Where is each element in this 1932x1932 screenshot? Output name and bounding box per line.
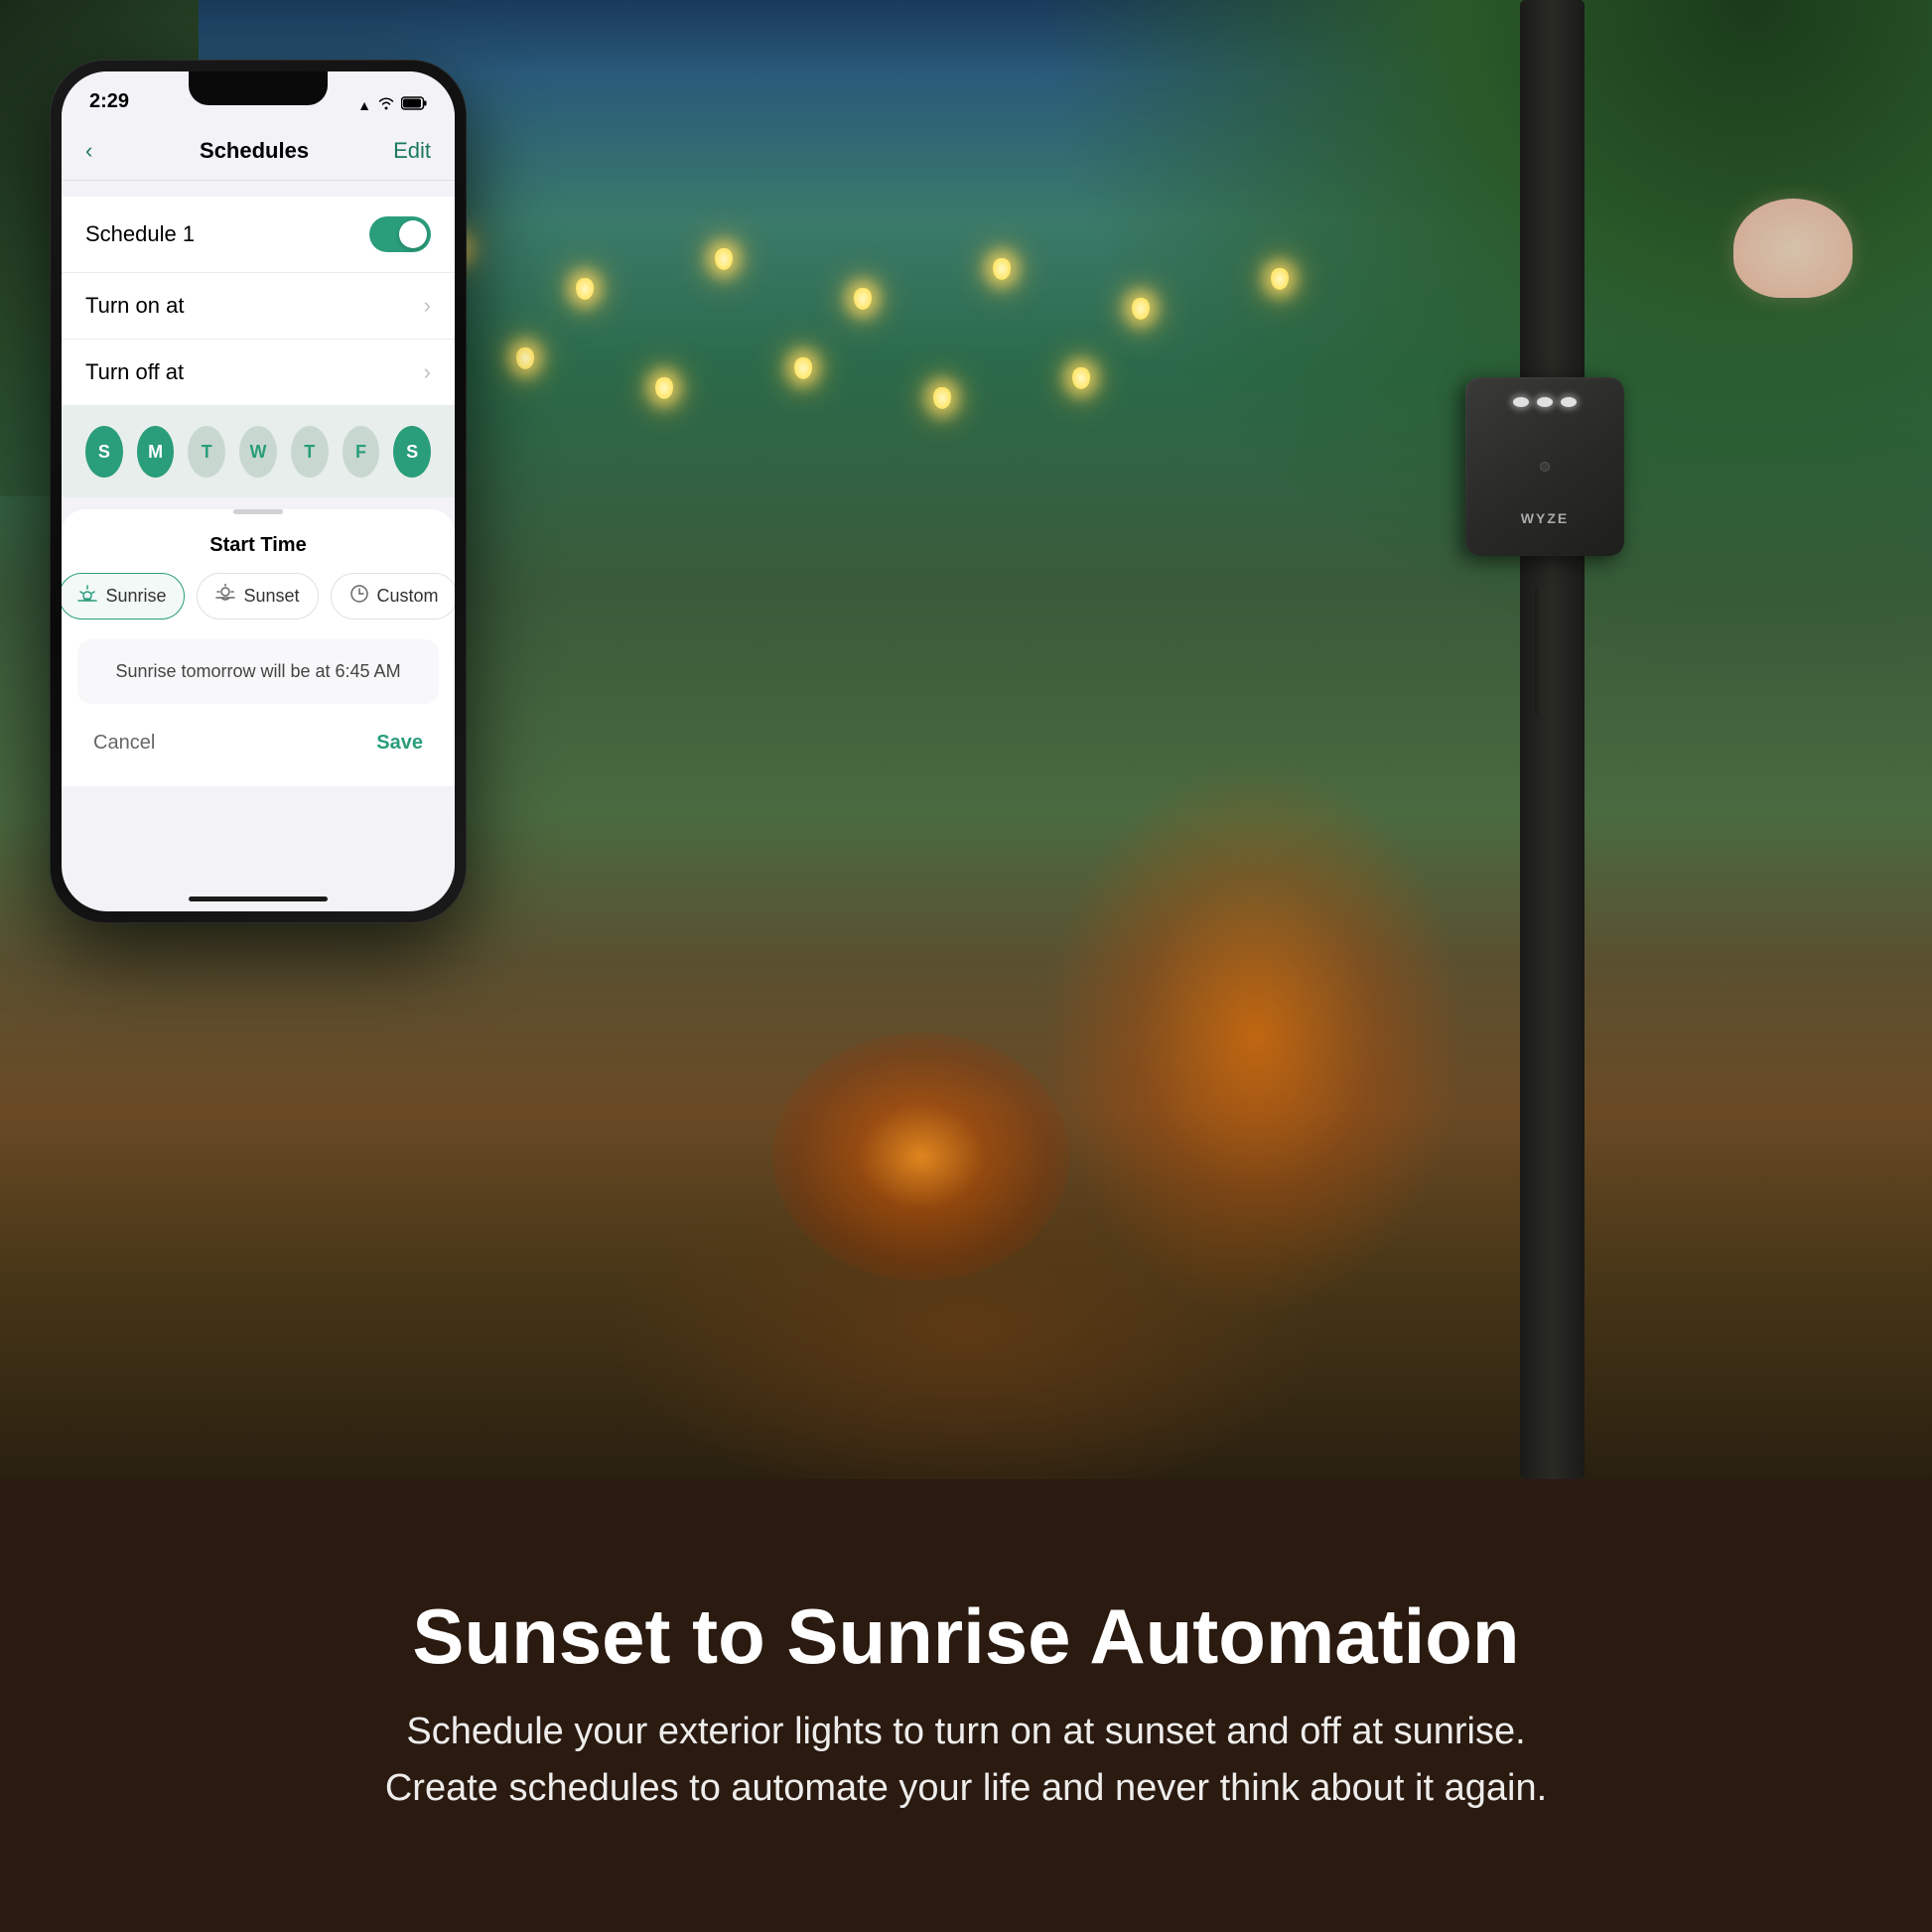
bottom-subtext: Schedule your exterior lights to turn on… (385, 1704, 1547, 1817)
nav-title: Schedules (115, 138, 393, 164)
pole (1520, 0, 1585, 1479)
save-button[interactable]: Save (376, 732, 423, 755)
turn-off-row[interactable]: Turn off at › (62, 340, 455, 406)
wyze-led (1513, 397, 1529, 407)
status-time: 2:29 (89, 90, 129, 113)
photo-section: WYZE 2:29 ▲ (0, 0, 1932, 1479)
home-indicator (189, 897, 328, 901)
nav-bar: ‹ Schedules Edit (62, 121, 455, 181)
nav-back-button[interactable]: ‹ (85, 138, 115, 164)
custom-option-icon (349, 584, 369, 609)
wyze-led (1561, 397, 1577, 407)
custom-option-label: Custom (377, 586, 439, 607)
cancel-button[interactable]: Cancel (93, 732, 155, 755)
fire-glow (772, 1033, 1070, 1281)
string-light (993, 258, 1011, 280)
schedule-label: Schedule 1 (85, 221, 195, 247)
bottom-actions: Cancel Save (62, 704, 455, 786)
sunrise-info-text: Sunrise tomorrow will be at 6:45 AM (115, 661, 400, 681)
string-light (794, 357, 812, 379)
wyze-cord (1535, 586, 1543, 715)
string-light (655, 377, 673, 399)
string-light (854, 288, 872, 310)
time-options: Sunrise (62, 573, 455, 639)
schedule-row: Schedule 1 (62, 197, 455, 273)
turn-off-label: Turn off at (85, 359, 184, 385)
phone-wrapper: 2:29 ▲ (50, 60, 467, 923)
day-wednesday[interactable]: W (239, 426, 277, 478)
day-tuesday[interactable]: T (188, 426, 225, 478)
flower-decoration (1733, 199, 1853, 298)
nav-edit-button[interactable]: Edit (393, 138, 431, 164)
phone-screen: 2:29 ▲ (62, 71, 455, 911)
string-light (933, 387, 951, 409)
string-light (1271, 268, 1289, 290)
bottom-sheet-handle (233, 509, 283, 514)
bottom-subtext-line1: Schedule your exterior lights to turn on… (406, 1711, 1525, 1752)
wyze-dot (1540, 462, 1550, 472)
time-option-sunset[interactable]: Sunset (197, 573, 318, 620)
bottom-headline: Sunset to Sunrise Automation (412, 1594, 1519, 1680)
string-light (576, 278, 594, 300)
days-row: S M T W T F S (62, 406, 455, 497)
battery-icon (401, 96, 427, 113)
string-light (1132, 298, 1150, 320)
signal-icon: ▲ (357, 97, 371, 113)
day-saturday[interactable]: S (393, 426, 431, 478)
time-option-custom[interactable]: Custom (331, 573, 455, 620)
day-friday[interactable]: F (343, 426, 380, 478)
sunset-option-label: Sunset (243, 586, 299, 607)
sunrise-option-icon (77, 584, 97, 609)
wyze-brand-label: WYZE (1521, 510, 1569, 526)
bottom-sheet-title: Start Time (62, 526, 455, 573)
day-monday[interactable]: M (137, 426, 175, 478)
day-sunday[interactable]: S (85, 426, 123, 478)
bottom-section: Sunset to Sunrise Automation Schedule yo… (0, 1479, 1932, 1932)
wyze-body: WYZE (1465, 377, 1624, 556)
sunset-option-icon (215, 584, 235, 609)
status-icons: ▲ (357, 96, 427, 113)
string-light (1072, 367, 1090, 389)
phone-outer: 2:29 ▲ (50, 60, 467, 923)
time-option-sunrise[interactable]: Sunrise (62, 573, 185, 620)
phone-notch (189, 71, 328, 105)
schedule-content: Schedule 1 Turn on at › Turn of (62, 197, 455, 497)
day-thursday[interactable]: T (291, 426, 329, 478)
wifi-icon (377, 96, 395, 113)
wyze-leds (1513, 397, 1577, 407)
turn-on-row[interactable]: Turn on at › (62, 273, 455, 340)
string-light (715, 248, 733, 270)
main-container: WYZE 2:29 ▲ (0, 0, 1932, 1932)
toggle-switch[interactable] (369, 216, 431, 252)
chevron-right-icon: › (424, 359, 431, 385)
wyze-device: WYZE (1465, 377, 1644, 596)
chevron-right-icon: › (424, 293, 431, 319)
sunrise-option-label: Sunrise (105, 586, 166, 607)
turn-on-label: Turn on at (85, 293, 184, 319)
bottom-sheet: Start Time (62, 509, 455, 786)
bottom-subtext-line2: Create schedules to automate your life a… (385, 1767, 1547, 1809)
string-light (516, 347, 534, 369)
wyze-led (1537, 397, 1553, 407)
toggle-knob (399, 220, 427, 248)
sunrise-info: Sunrise tomorrow will be at 6:45 AM (77, 639, 439, 704)
